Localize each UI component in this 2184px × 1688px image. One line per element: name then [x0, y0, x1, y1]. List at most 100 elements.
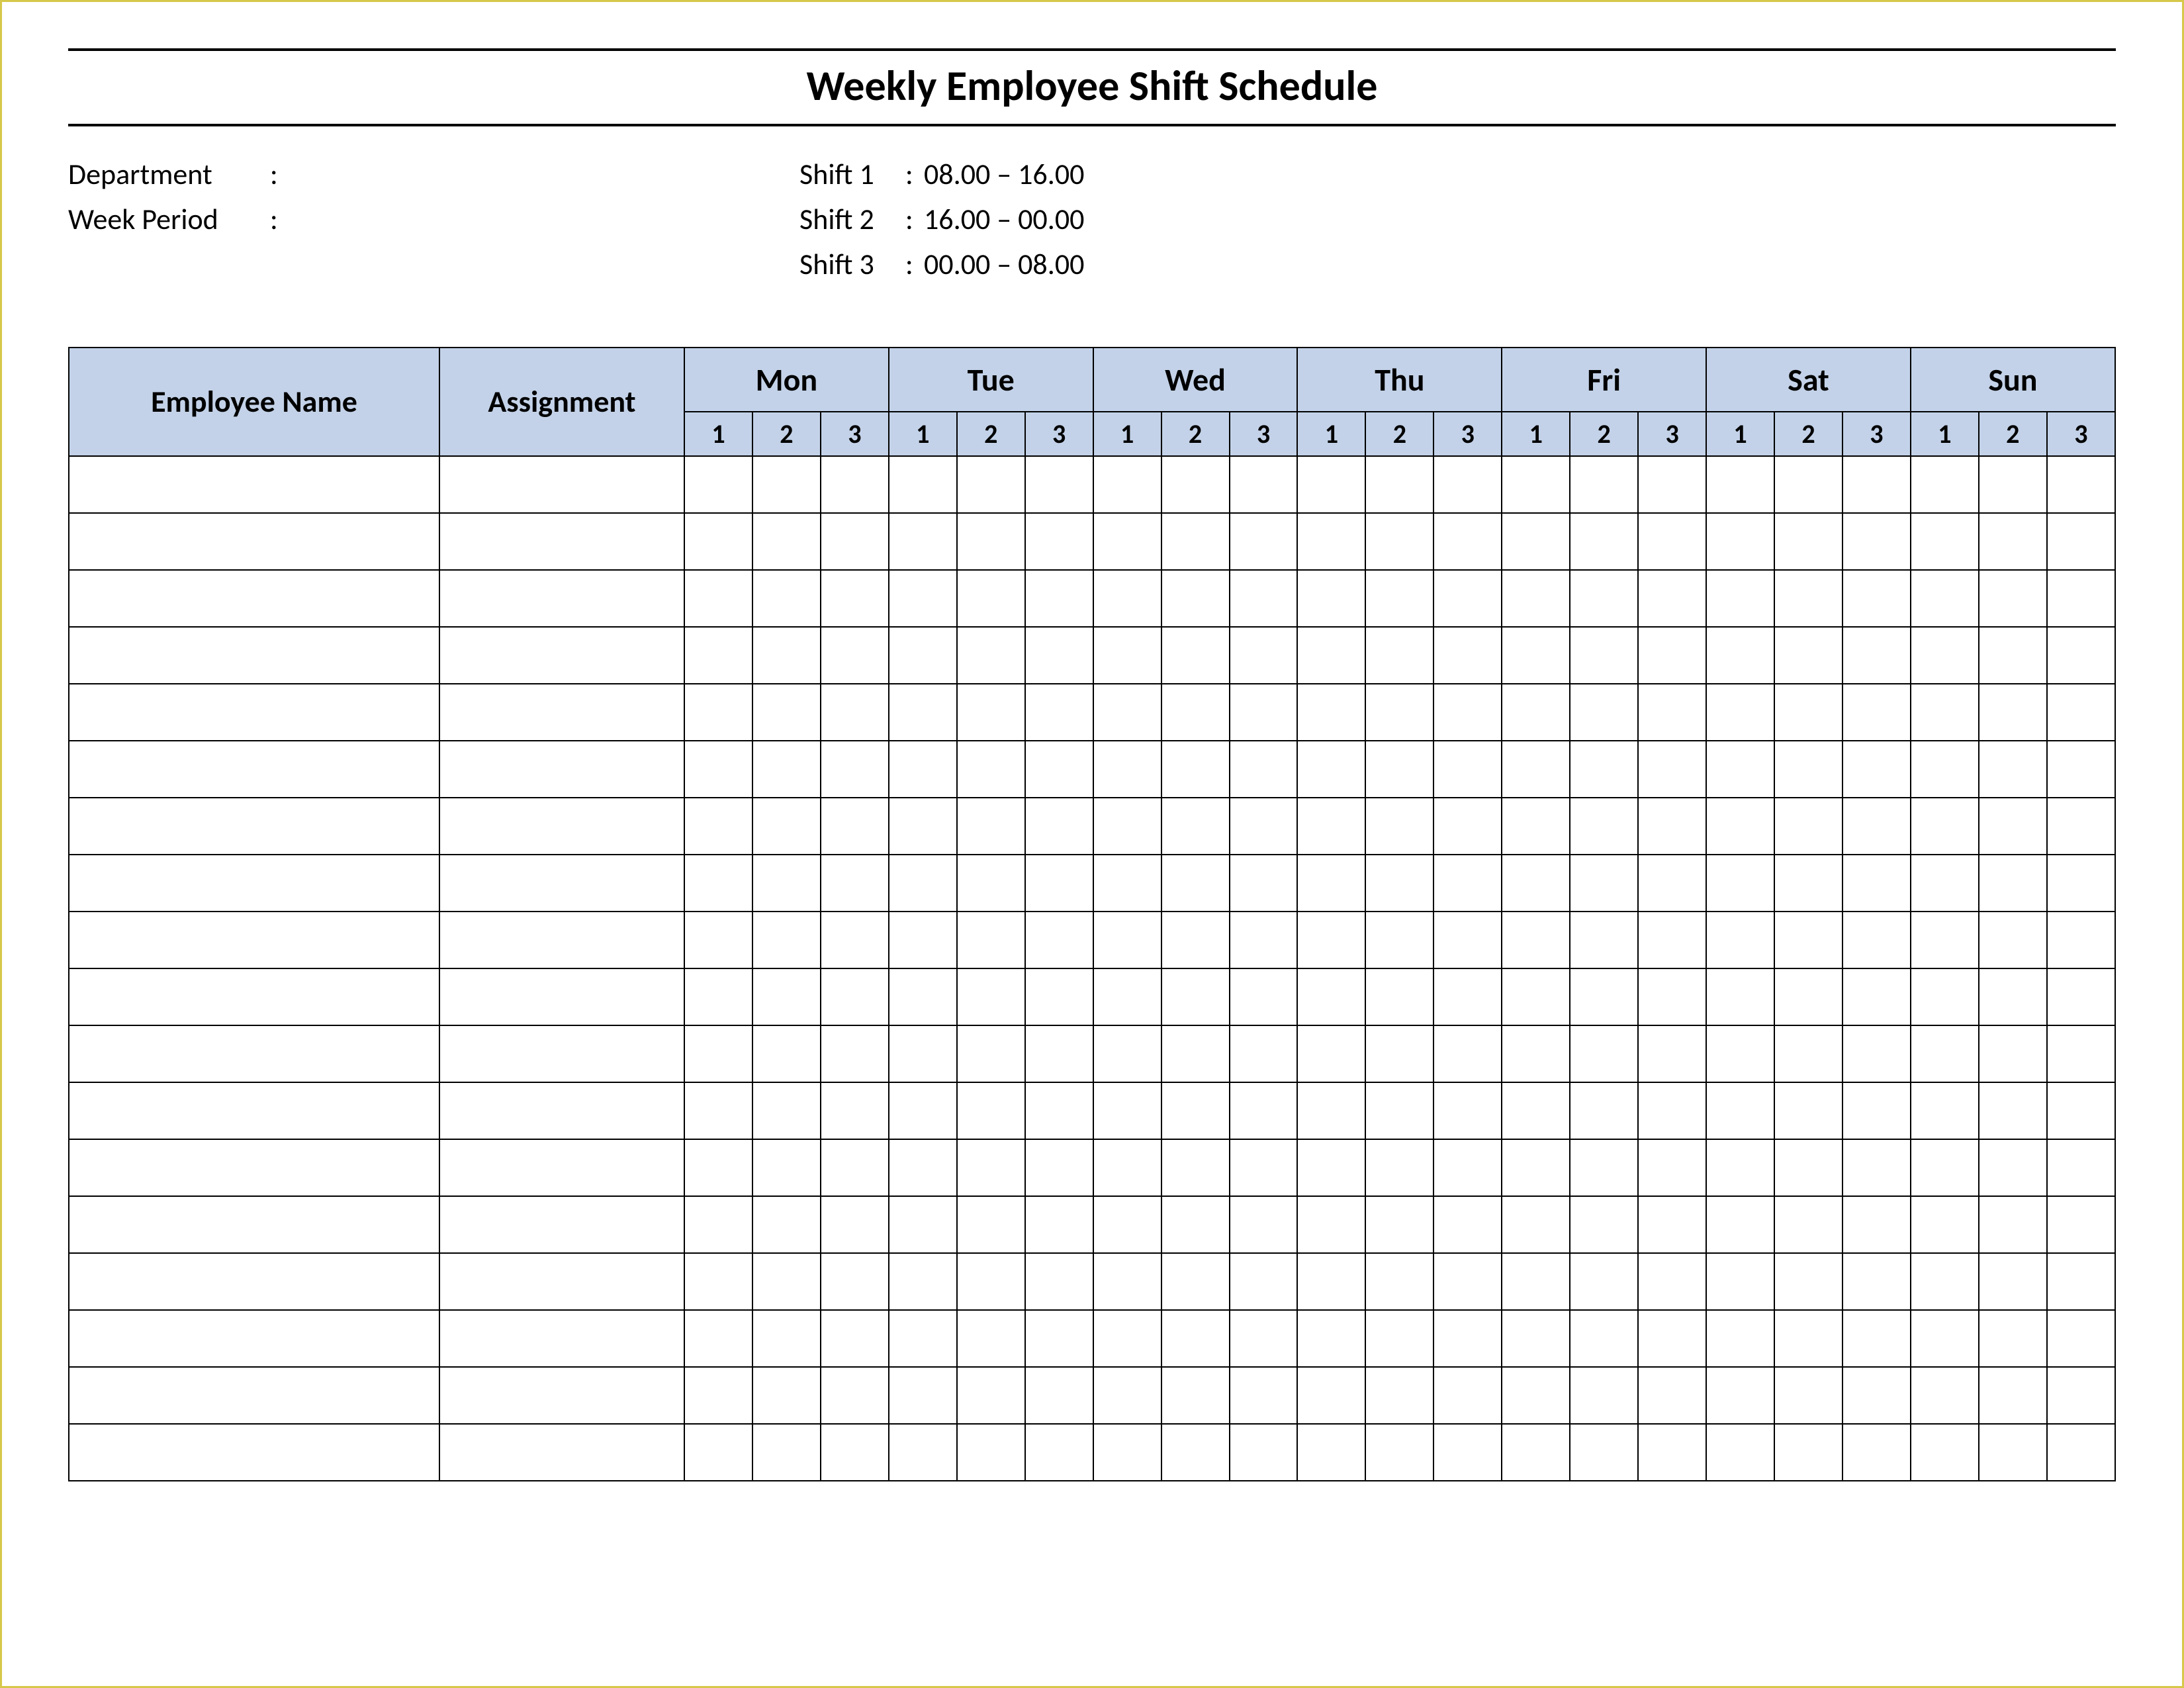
cell-shift[interactable] [1706, 968, 1774, 1025]
cell-shift[interactable] [1570, 570, 1638, 627]
cell-shift[interactable] [1570, 1253, 1638, 1310]
cell-shift[interactable] [1433, 1424, 1502, 1481]
cell-shift[interactable] [1365, 1253, 1433, 1310]
cell-shift[interactable] [1502, 1196, 1570, 1253]
cell-shift[interactable] [1161, 968, 1230, 1025]
cell-shift[interactable] [821, 684, 889, 741]
cell-shift[interactable] [889, 1253, 957, 1310]
cell-employee-name[interactable] [69, 1367, 439, 1424]
cell-shift[interactable] [1365, 741, 1433, 798]
cell-shift[interactable] [684, 1025, 752, 1082]
cell-shift[interactable] [2047, 1310, 2115, 1367]
cell-shift[interactable] [1230, 1424, 1298, 1481]
cell-shift[interactable] [2047, 456, 2115, 513]
cell-assignment[interactable] [439, 456, 684, 513]
cell-shift[interactable] [1843, 741, 1911, 798]
cell-shift[interactable] [1774, 627, 1843, 684]
cell-shift[interactable] [1502, 684, 1570, 741]
cell-shift[interactable] [1979, 513, 2047, 570]
cell-shift[interactable] [1161, 912, 1230, 968]
cell-shift[interactable] [1638, 1367, 1706, 1424]
cell-shift[interactable] [1093, 1310, 1161, 1367]
cell-shift[interactable] [889, 1310, 957, 1367]
cell-shift[interactable] [1638, 684, 1706, 741]
cell-shift[interactable] [1230, 627, 1298, 684]
cell-shift[interactable] [1297, 798, 1365, 855]
cell-shift[interactable] [1911, 513, 1979, 570]
cell-shift[interactable] [1297, 855, 1365, 912]
cell-shift[interactable] [2047, 684, 2115, 741]
cell-shift[interactable] [1774, 1139, 1843, 1196]
cell-shift[interactable] [684, 912, 752, 968]
cell-shift[interactable] [957, 1139, 1025, 1196]
cell-shift[interactable] [1502, 1310, 1570, 1367]
cell-shift[interactable] [1638, 968, 1706, 1025]
cell-shift[interactable] [1025, 570, 1093, 627]
cell-shift[interactable] [1161, 1139, 1230, 1196]
cell-shift[interactable] [1093, 684, 1161, 741]
cell-shift[interactable] [1638, 1025, 1706, 1082]
cell-shift[interactable] [1706, 684, 1774, 741]
cell-shift[interactable] [1093, 1424, 1161, 1481]
cell-shift[interactable] [684, 855, 752, 912]
cell-shift[interactable] [1979, 1025, 2047, 1082]
cell-shift[interactable] [752, 855, 821, 912]
cell-shift[interactable] [1774, 1424, 1843, 1481]
cell-shift[interactable] [1774, 1082, 1843, 1139]
cell-employee-name[interactable] [69, 456, 439, 513]
cell-shift[interactable] [889, 684, 957, 741]
cell-shift[interactable] [1979, 1082, 2047, 1139]
cell-shift[interactable] [889, 798, 957, 855]
cell-assignment[interactable] [439, 855, 684, 912]
cell-shift[interactable] [1297, 627, 1365, 684]
cell-shift[interactable] [1911, 741, 1979, 798]
cell-shift[interactable] [957, 1310, 1025, 1367]
cell-shift[interactable] [1706, 627, 1774, 684]
cell-shift[interactable] [821, 570, 889, 627]
cell-shift[interactable] [1638, 627, 1706, 684]
cell-shift[interactable] [752, 1196, 821, 1253]
cell-shift[interactable] [1365, 627, 1433, 684]
cell-shift[interactable] [1843, 798, 1911, 855]
cell-shift[interactable] [1843, 456, 1911, 513]
cell-shift[interactable] [752, 570, 821, 627]
cell-employee-name[interactable] [69, 968, 439, 1025]
cell-assignment[interactable] [439, 741, 684, 798]
cell-shift[interactable] [1365, 798, 1433, 855]
cell-shift[interactable] [1638, 741, 1706, 798]
cell-shift[interactable] [752, 1082, 821, 1139]
cell-shift[interactable] [2047, 855, 2115, 912]
cell-shift[interactable] [1502, 570, 1570, 627]
cell-shift[interactable] [1365, 456, 1433, 513]
cell-shift[interactable] [1365, 1310, 1433, 1367]
cell-shift[interactable] [2047, 513, 2115, 570]
cell-shift[interactable] [1297, 1424, 1365, 1481]
cell-shift[interactable] [1502, 456, 1570, 513]
cell-shift[interactable] [1911, 968, 1979, 1025]
cell-shift[interactable] [1230, 456, 1298, 513]
cell-shift[interactable] [1979, 1310, 2047, 1367]
cell-shift[interactable] [1843, 684, 1911, 741]
cell-shift[interactable] [1706, 456, 1774, 513]
cell-shift[interactable] [889, 1025, 957, 1082]
cell-shift[interactable] [1365, 1025, 1433, 1082]
cell-shift[interactable] [1502, 912, 1570, 968]
cell-shift[interactable] [1093, 456, 1161, 513]
cell-shift[interactable] [752, 1310, 821, 1367]
cell-shift[interactable] [1774, 968, 1843, 1025]
cell-shift[interactable] [1570, 968, 1638, 1025]
cell-shift[interactable] [1093, 1025, 1161, 1082]
cell-shift[interactable] [1025, 1310, 1093, 1367]
cell-shift[interactable] [1638, 855, 1706, 912]
cell-assignment[interactable] [439, 1196, 684, 1253]
cell-shift[interactable] [1706, 912, 1774, 968]
cell-shift[interactable] [1911, 855, 1979, 912]
cell-shift[interactable] [1433, 513, 1502, 570]
cell-assignment[interactable] [439, 513, 684, 570]
cell-shift[interactable] [2047, 570, 2115, 627]
cell-shift[interactable] [1502, 1025, 1570, 1082]
cell-shift[interactable] [1025, 741, 1093, 798]
cell-employee-name[interactable] [69, 1253, 439, 1310]
cell-shift[interactable] [1911, 1253, 1979, 1310]
cell-shift[interactable] [1230, 684, 1298, 741]
